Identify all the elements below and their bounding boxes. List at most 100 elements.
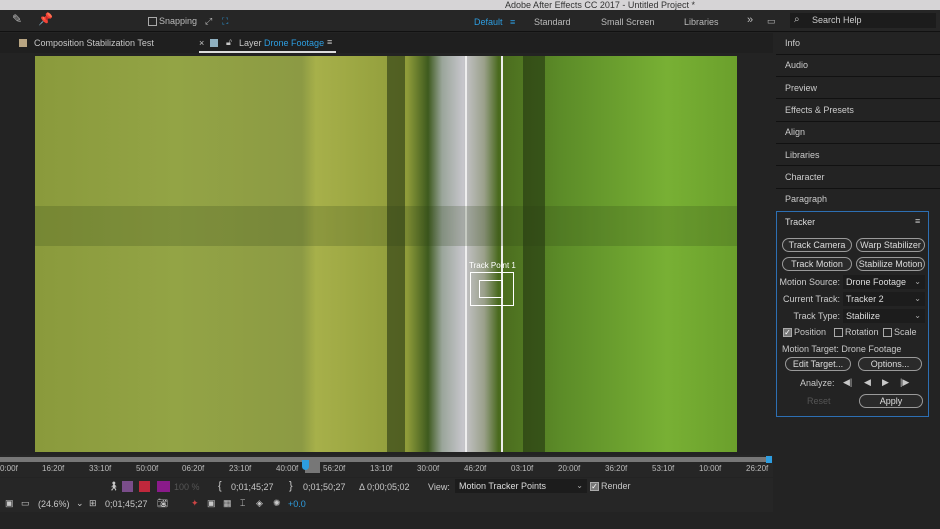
motion-source-value: Drone Footage bbox=[846, 277, 907, 287]
stabilize-motion-button[interactable]: Stabilize Motion bbox=[856, 257, 925, 271]
exposure-value[interactable]: +0.0 bbox=[288, 499, 306, 509]
region-icon[interactable]: ⊞ bbox=[89, 498, 97, 509]
road-line bbox=[465, 56, 467, 452]
tick-label: 26:20f bbox=[746, 464, 769, 473]
snapping-checkbox[interactable] bbox=[148, 17, 157, 27]
tick-label: 50:00f bbox=[136, 464, 159, 473]
playhead[interactable] bbox=[302, 460, 309, 470]
mask-toggle-icon[interactable] bbox=[122, 481, 133, 492]
exposure-icon[interactable]: ✺ bbox=[273, 498, 281, 509]
panel-preview[interactable]: Preview bbox=[785, 77, 935, 99]
out-point-icon[interactable]: } bbox=[289, 480, 293, 492]
analyze-forward-one-icon[interactable]: |▶ bbox=[900, 377, 909, 388]
fast-preview-icon[interactable]: ▣ bbox=[207, 498, 216, 509]
options-button[interactable]: Options... bbox=[858, 357, 922, 371]
monitor-icon[interactable]: ▭ bbox=[21, 498, 30, 509]
panel-menu-icon[interactable]: ≡ bbox=[915, 216, 920, 226]
color-toggle-icon[interactable] bbox=[139, 481, 150, 492]
snapshot-icon[interactable]: 📷︎ bbox=[157, 498, 168, 509]
panel-paragraph[interactable]: Paragraph bbox=[785, 188, 935, 210]
view-select[interactable]: Motion Tracker Points ⌄ bbox=[455, 479, 587, 493]
panel-audio[interactable]: Audio bbox=[785, 54, 935, 76]
motion-source-select[interactable]: Drone Footage ⌄ bbox=[843, 275, 925, 289]
checkbox-box bbox=[834, 328, 843, 338]
render-checkbox[interactable]: ✓ bbox=[590, 482, 599, 492]
zoom-percent: 100 % bbox=[174, 482, 200, 492]
chevron-down-icon[interactable]: ⌄ bbox=[76, 498, 84, 509]
analyze-forward-icon[interactable]: ▶ bbox=[882, 377, 889, 388]
position-checkbox[interactable]: ✓ Position bbox=[783, 327, 827, 338]
out-point-time[interactable]: 0;01;50;27 bbox=[303, 482, 346, 492]
panel-align[interactable]: Align bbox=[785, 121, 935, 143]
render-toggle[interactable]: ✓ Render bbox=[590, 481, 631, 492]
more-workspaces-button[interactable]: » bbox=[747, 13, 753, 27]
current-track-label: Current Track: bbox=[782, 294, 840, 304]
channel-icon[interactable]: ✦ bbox=[191, 498, 199, 509]
composition-icon bbox=[19, 39, 27, 47]
render-label: Render bbox=[601, 481, 631, 491]
warp-stabilizer-button[interactable]: Warp Stabilizer bbox=[856, 238, 925, 252]
tab-layer[interactable]: Layer Drone Footage bbox=[239, 38, 324, 48]
track-motion-button[interactable]: Track Motion bbox=[782, 257, 852, 271]
snap-icon[interactable]: ⤢ bbox=[205, 14, 212, 28]
panel-effects-presets[interactable]: Effects & Presets bbox=[785, 99, 935, 121]
track-camera-button[interactable]: Track Camera bbox=[782, 238, 852, 252]
tracker-panel: Tracker ≡ Track Camera Warp Stabilizer T… bbox=[776, 211, 929, 417]
workspace-menu-icon[interactable]: ≡ bbox=[510, 15, 515, 29]
scale-checkbox[interactable]: Scale bbox=[883, 327, 917, 338]
tick-label: 53:10f bbox=[652, 464, 675, 473]
current-time[interactable]: 0;01;45;27 bbox=[105, 499, 148, 509]
tick-label: 30:00f bbox=[417, 464, 440, 473]
track-type-select[interactable]: Stabilize ⌄ bbox=[843, 309, 925, 323]
search-placeholder: Search Help bbox=[812, 15, 862, 25]
close-tab-icon[interactable]: × bbox=[199, 38, 204, 48]
in-point-time[interactable]: 0;01;45;27 bbox=[231, 482, 274, 492]
always-preview-icon[interactable]: ▣ bbox=[5, 498, 14, 509]
chevron-down-icon: ⌄ bbox=[576, 481, 583, 490]
panel-info[interactable]: Info bbox=[785, 32, 935, 54]
sync-icon[interactable]: ▭ bbox=[767, 14, 776, 28]
grid-snap-icon[interactable]: ⛶ bbox=[222, 14, 228, 28]
checkbox-box bbox=[883, 328, 892, 338]
in-point-icon[interactable]: { bbox=[218, 480, 222, 492]
panel-character[interactable]: Character bbox=[785, 166, 935, 188]
workspace-libraries[interactable]: Libraries bbox=[684, 15, 719, 29]
workspace-small-screen[interactable]: Small Screen bbox=[601, 15, 655, 29]
tab-layer-prefix: Layer bbox=[239, 38, 262, 48]
track-point-feature-region[interactable] bbox=[479, 280, 503, 298]
work-area-bar[interactable] bbox=[0, 457, 770, 462]
rotation-checkbox[interactable]: Rotation bbox=[834, 327, 879, 338]
pin-tool-icon[interactable]: 📌 bbox=[38, 12, 53, 26]
analyze-backward-icon[interactable]: ◀ bbox=[864, 377, 871, 388]
title-bar: Adobe After Effects CC 2017 - Untitled P… bbox=[0, 0, 940, 10]
analyze-back-one-icon[interactable]: ◀| bbox=[843, 377, 852, 388]
current-track-select[interactable]: Tracker 2 ⌄ bbox=[843, 292, 925, 306]
transparency-grid-icon[interactable]: ▦ bbox=[223, 498, 232, 509]
tab-menu-icon[interactable]: ≡ bbox=[327, 37, 332, 47]
workspace-standard[interactable]: Standard bbox=[534, 15, 571, 29]
reset-button[interactable]: Reset bbox=[807, 396, 831, 406]
search-icon: ⌕ bbox=[794, 14, 800, 25]
out-point-marker[interactable] bbox=[766, 456, 772, 463]
tab-composition[interactable]: Composition Stabilization Test bbox=[34, 38, 154, 48]
road-line bbox=[501, 56, 503, 452]
window-title: Adobe After Effects CC 2017 - Untitled P… bbox=[505, 0, 695, 10]
walk-icon[interactable]: 🚶︎ bbox=[108, 481, 119, 492]
puppet-tool-icon[interactable]: ✎ bbox=[12, 12, 22, 26]
guides-icon[interactable]: ⌶ bbox=[240, 498, 245, 509]
purple-toggle-icon[interactable] bbox=[157, 481, 170, 492]
snapping-label: Snapping bbox=[159, 16, 198, 26]
3d-view-icon[interactable]: ◈ bbox=[256, 498, 263, 509]
position-label: Position bbox=[794, 327, 827, 337]
workspace-default[interactable]: Default bbox=[474, 15, 503, 29]
snapping-toggle[interactable]: Snapping bbox=[148, 14, 197, 28]
apply-button[interactable]: Apply bbox=[859, 394, 923, 408]
view-value: Motion Tracker Points bbox=[459, 481, 547, 491]
footage-frame[interactable] bbox=[35, 56, 737, 452]
magnification-select[interactable]: (24.6%) bbox=[38, 499, 70, 509]
lock-icon[interactable]: 🔓︎ bbox=[226, 37, 232, 48]
panel-libraries[interactable]: Libraries bbox=[785, 144, 935, 166]
search-help-input[interactable]: ⌕ Search Help bbox=[790, 13, 936, 28]
edit-target-button[interactable]: Edit Target... bbox=[785, 357, 851, 371]
tick-label: 40:00f bbox=[276, 464, 299, 473]
